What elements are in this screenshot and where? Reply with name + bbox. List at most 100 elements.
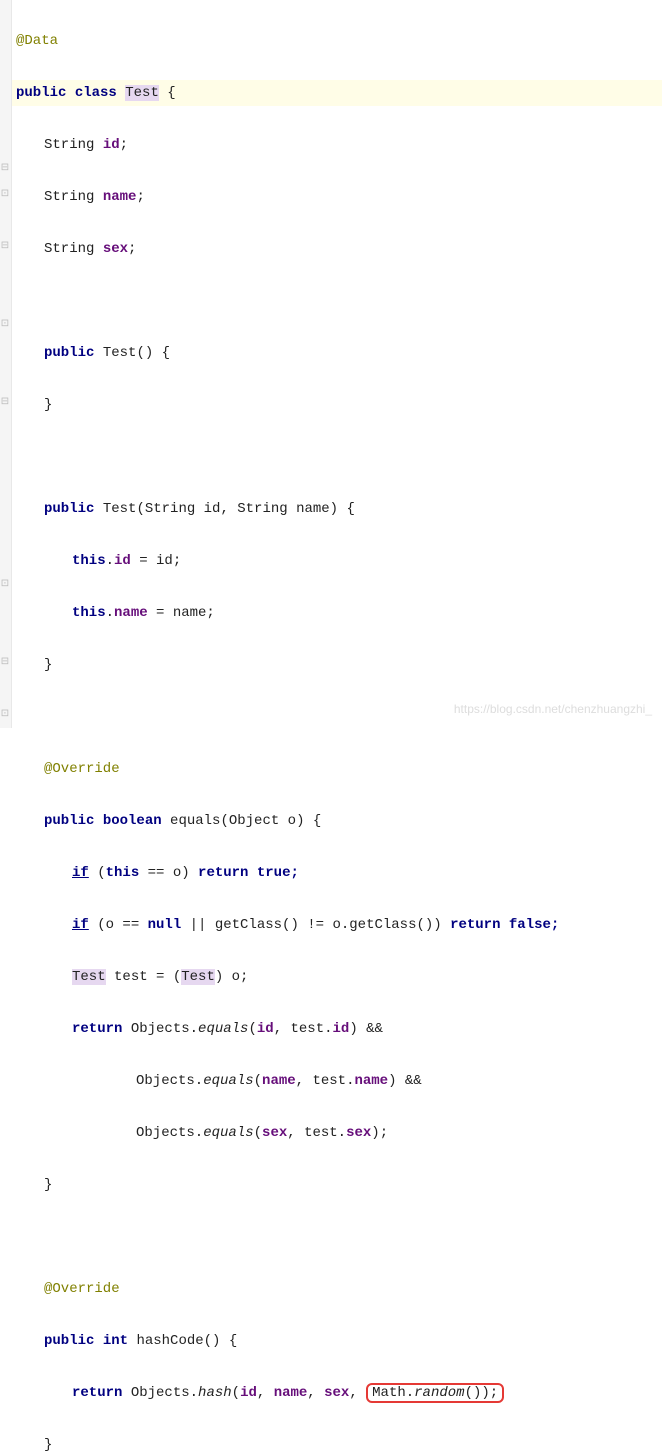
keyword-public: public: [44, 1333, 94, 1349]
fold-open-icon[interactable]: ⊡: [0, 190, 10, 200]
equals-call: equals: [203, 1073, 253, 1089]
fold-collapse-icon[interactable]: ⊟: [0, 398, 10, 408]
cast-a: test = (: [106, 969, 182, 985]
method-equals: equals(Object o) {: [162, 813, 322, 829]
keyword-return: return: [450, 917, 500, 933]
keyword-boolean: boolean: [103, 813, 162, 829]
if-null: (o ==: [89, 917, 148, 933]
brace-close: }: [44, 1177, 52, 1193]
field-name: name: [103, 189, 137, 205]
brace-close: }: [44, 1437, 52, 1453]
code-editor[interactable]: @Data public class Test { String id; Str…: [0, 0, 662, 1456]
semicolon: ;: [136, 189, 144, 205]
semicolon: ;: [128, 241, 136, 257]
keyword-public: public: [16, 85, 66, 101]
keyword-null: null: [148, 917, 182, 933]
type-test: Test: [72, 969, 106, 985]
objects-dot: Objects.: [122, 1021, 198, 1037]
field-sex: sex: [103, 241, 128, 257]
type-string: String: [44, 241, 94, 257]
keyword-return: return: [198, 865, 248, 881]
annotation-override: @Override: [44, 1281, 120, 1297]
keyword-public: public: [44, 813, 94, 829]
false-semi: false;: [501, 917, 560, 933]
and-and: ) &&: [388, 1073, 422, 1089]
type-string: String: [44, 137, 94, 153]
field-id: id: [114, 553, 131, 569]
type-test: Test: [181, 969, 215, 985]
paren: (: [232, 1385, 240, 1401]
fold-collapse-icon[interactable]: ⊟: [0, 242, 10, 252]
field-id: id: [333, 1021, 350, 1037]
or-getclass: || getClass() != o.getClass()): [181, 917, 450, 933]
objects-dot: Objects.: [122, 1385, 198, 1401]
comma: ,: [349, 1385, 366, 1401]
annotation-data: @Data: [16, 33, 58, 49]
ctor-empty-sig: () {: [136, 345, 170, 361]
hash-call: hash: [198, 1385, 232, 1401]
semicolon: ;: [120, 137, 128, 153]
comma-test: , test.: [287, 1125, 346, 1141]
cast-b: ) o;: [215, 969, 249, 985]
editor-gutter: ⊟ ⊡ ⊟ ⊡ ⊟ ⊡ ⊟ ⊡: [0, 0, 12, 728]
paren-open: (: [89, 865, 106, 881]
field-id: id: [257, 1021, 274, 1037]
random-call: random: [414, 1385, 464, 1401]
keyword-this: this: [72, 553, 106, 569]
field-sex: sex: [346, 1125, 371, 1141]
class-name: Test: [125, 85, 159, 101]
method-hashcode: hashCode() {: [128, 1333, 237, 1349]
keyword-this: this: [72, 605, 106, 621]
keyword-this: this: [106, 865, 140, 881]
field-sex: sex: [262, 1125, 287, 1141]
objects-dot: Objects.: [136, 1125, 203, 1141]
keyword-public: public: [44, 345, 94, 361]
field-name: name: [114, 605, 148, 621]
field-id: id: [103, 137, 120, 153]
keyword-return: return: [72, 1385, 122, 1401]
annotation-override: @Override: [44, 761, 120, 777]
fold-open-icon[interactable]: ⊡: [0, 580, 10, 590]
keyword-public: public: [44, 501, 94, 517]
comma: ,: [307, 1385, 324, 1401]
field-sex: sex: [324, 1385, 349, 1401]
field-name: name: [262, 1073, 296, 1089]
highlighted-math-random: Math.random());: [366, 1383, 504, 1403]
true-semi: true;: [248, 865, 298, 881]
constructor-name: Test: [103, 501, 137, 517]
keyword-class: class: [75, 85, 117, 101]
paren-close: );: [371, 1125, 388, 1141]
dot: .: [106, 605, 114, 621]
comma-test: , test.: [296, 1073, 355, 1089]
field-name: name: [354, 1073, 388, 1089]
assign-name: = name;: [148, 605, 215, 621]
comma: ,: [257, 1385, 274, 1401]
fold-open-icon[interactable]: ⊡: [0, 320, 10, 330]
fold-open-icon[interactable]: ⊡: [0, 710, 10, 720]
fold-collapse-icon[interactable]: ⊟: [0, 164, 10, 174]
equals-call: equals: [203, 1125, 253, 1141]
paren: (: [254, 1125, 262, 1141]
brace-open: {: [159, 85, 176, 101]
fold-collapse-icon[interactable]: ⊟: [0, 658, 10, 668]
field-id: id: [240, 1385, 257, 1401]
brace-close: }: [44, 397, 52, 413]
constructor-name: Test: [103, 345, 137, 361]
paren: (: [254, 1073, 262, 1089]
dot: .: [106, 553, 114, 569]
keyword-if: if: [72, 917, 89, 933]
paren: (: [248, 1021, 256, 1037]
equals-call: equals: [198, 1021, 248, 1037]
ctor-params: (String id, String name) {: [136, 501, 354, 517]
keyword-return: return: [72, 1021, 122, 1037]
keyword-int: int: [103, 1333, 128, 1349]
assign-id: = id;: [131, 553, 181, 569]
comma-test: , test.: [274, 1021, 333, 1037]
field-name: name: [274, 1385, 308, 1401]
random-tail: ());: [465, 1385, 499, 1401]
watermark: https://blog.csdn.net/chenzhuangzhi_: [454, 696, 652, 722]
keyword-if: if: [72, 865, 89, 881]
and-and: ) &&: [349, 1021, 383, 1037]
math-class: Math.: [372, 1385, 414, 1401]
this-eq-o: == o): [139, 865, 198, 881]
